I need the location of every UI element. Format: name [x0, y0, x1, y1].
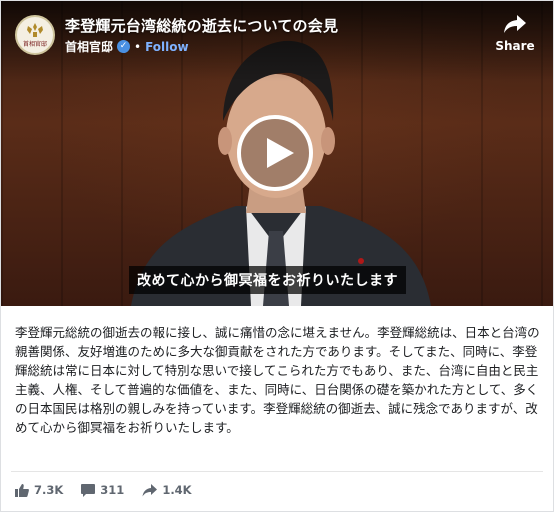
post-body-text: 李登輝元総統の御逝去の報に接し、誠に痛惜の念に堪えません。李登輝総統は、日本と台… [15, 325, 540, 435]
share-count: 1.4K [162, 483, 192, 497]
page-info-row: 首相官邸 ✓ • Follow [65, 38, 189, 55]
like-count: 7.3K [34, 483, 64, 497]
video-player[interactable]: 首相官邸 李登輝元台湾総統の逝去についての会見 首相官邸 ✓ • Follow … [1, 1, 553, 306]
page-logo-text: 首相官邸 [22, 41, 47, 48]
share-arrow-icon [504, 15, 526, 33]
verified-badge-icon: ✓ [117, 40, 131, 53]
page-name[interactable]: 首相官邸 [65, 38, 113, 55]
share-label: Share [495, 39, 535, 53]
play-button[interactable] [237, 115, 313, 191]
page-logo-emblem-icon [27, 23, 43, 37]
video-post-card: 首相官邸 李登輝元台湾総統の逝去についての会見 首相官邸 ✓ • Follow … [0, 0, 554, 512]
share-button[interactable]: Share [493, 13, 537, 53]
comment-icon [81, 483, 96, 497]
video-title[interactable]: 李登輝元台湾総統の逝去についての会見 [65, 15, 338, 36]
stats-divider [11, 471, 543, 472]
like-stat[interactable]: 7.3K [15, 483, 63, 497]
engagement-bar: 7.3K 311 1.4K [15, 483, 210, 497]
share-stat[interactable]: 1.4K [142, 483, 192, 497]
video-subtitle: 改めて心から御冥福をお祈りいたします [129, 266, 406, 294]
share-icon [142, 483, 158, 496]
play-icon [267, 138, 294, 168]
comment-stat[interactable]: 311 [81, 483, 124, 497]
like-icon [15, 483, 29, 497]
follow-separator: • [134, 39, 142, 54]
follow-button[interactable]: Follow [145, 40, 189, 54]
comment-count: 311 [100, 483, 125, 497]
page-avatar[interactable]: 首相官邸 [15, 15, 55, 55]
